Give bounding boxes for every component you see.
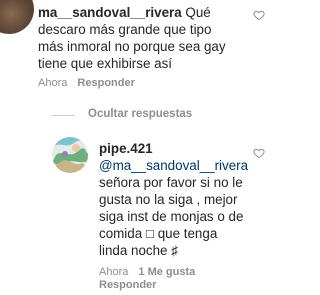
heart-icon[interactable]: [253, 147, 265, 159]
comment-reply-button[interactable]: Responder: [77, 77, 134, 89]
reply-text-line: gusta no la siga , mejor: [99, 192, 238, 207]
comment-text-start: Qué: [185, 5, 211, 20]
reply-username[interactable]: pipe.421: [99, 140, 153, 157]
reply-text-line: comida □ que tenga: [99, 226, 218, 241]
reply-like-count[interactable]: 1 Me gusta: [138, 266, 195, 278]
reply-text-line: siga inst de monjas o de: [99, 209, 244, 224]
commenter-avatar[interactable]: [0, 0, 34, 34]
comment-text-line: descaro más grande que tipo: [38, 22, 212, 37]
reply-avatar[interactable]: [52, 137, 88, 173]
hide-replies-button[interactable]: Ocultar respuestas: [88, 108, 192, 120]
comment-username[interactable]: ma__sandoval__rivera: [38, 5, 182, 20]
reply-avatar-image: [52, 137, 88, 173]
heart-icon[interactable]: [253, 9, 265, 21]
comment-thread: ma__sandoval__rivera Qué descaro más gra…: [0, 0, 289, 295]
comment-text-line: más inmoral no porque sea gay: [38, 39, 226, 54]
comment-text-line: tiene que exhibirse así: [38, 56, 172, 71]
divider-line: [52, 115, 74, 116]
comment-line-1: ma__sandoval__rivera Qué: [38, 4, 211, 21]
reply-mention-link[interactable]: @ma__sandoval__rivera: [99, 157, 248, 174]
reply-reply-button[interactable]: Responder: [99, 279, 156, 291]
reply-time: Ahora: [99, 266, 129, 278]
reply-meta: Ahora 1 Me gusta: [99, 266, 195, 278]
comment-time: Ahora: [38, 77, 68, 89]
reply-text-line: señora por favor si no le: [99, 175, 243, 190]
comment-meta: Ahora Responder: [38, 77, 135, 89]
reply-text-line: linda noche ♯: [99, 243, 178, 258]
